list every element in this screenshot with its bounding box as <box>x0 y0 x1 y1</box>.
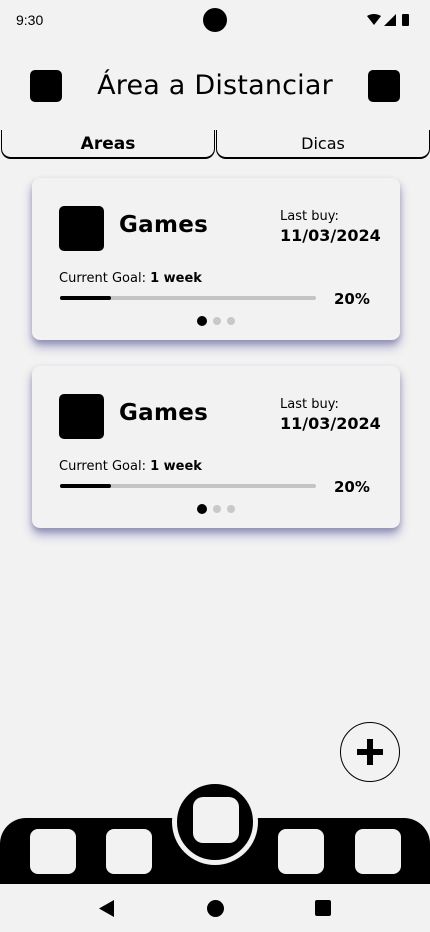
goal-value: 1 week <box>150 459 202 474</box>
system-nav <box>0 884 430 932</box>
current-goal: Current Goal: 1 week <box>59 271 202 286</box>
current-goal: Current Goal: 1 week <box>59 459 202 474</box>
header-right-icon[interactable] <box>368 70 400 102</box>
area-icon <box>59 394 104 439</box>
nav-item-center[interactable] <box>193 797 239 843</box>
goal-label: Current Goal: <box>59 271 146 286</box>
nav-center-ring <box>172 779 258 865</box>
goal-label: Current Goal: <box>59 459 146 474</box>
last-buy-date: 11/03/2024 <box>280 226 381 245</box>
nav-item-5[interactable] <box>355 829 401 874</box>
tab-dicas[interactable]: Dicas <box>216 130 430 159</box>
goal-value: 1 week <box>150 271 202 286</box>
signal-icon <box>384 14 396 26</box>
pager-dot-active[interactable] <box>197 316 207 326</box>
plus-icon <box>357 739 383 765</box>
nav-item-4[interactable] <box>278 829 324 874</box>
pager-dot[interactable] <box>213 317 221 325</box>
add-area-button[interactable] <box>340 722 400 782</box>
nav-item-2[interactable] <box>106 829 152 874</box>
pager-dot-active[interactable] <box>197 504 207 514</box>
card-pager <box>197 316 237 326</box>
camera-cutout <box>203 8 227 32</box>
status-bar: 9:30 <box>0 0 430 40</box>
home-icon[interactable] <box>207 900 224 917</box>
battery-icon <box>402 14 409 26</box>
area-card[interactable]: Games Last buy: 11/03/2024 Current Goal:… <box>32 178 400 340</box>
area-title: Games <box>119 400 209 426</box>
app-screen: 9:30 Área a Distanciar Areas Dicas Games… <box>0 0 430 932</box>
status-time: 9:30 <box>16 12 44 28</box>
pager-dot[interactable] <box>227 505 235 513</box>
progress-percent: 20% <box>334 290 370 308</box>
card-pager <box>197 504 237 514</box>
last-buy-label: Last buy: <box>280 209 339 224</box>
status-icons <box>367 14 409 26</box>
back-icon[interactable] <box>99 900 115 917</box>
last-buy-label: Last buy: <box>280 397 339 412</box>
area-card[interactable]: Games Last buy: 11/03/2024 Current Goal:… <box>32 366 400 528</box>
wifi-icon <box>367 14 381 25</box>
progress-bar <box>60 296 316 300</box>
last-buy-date: 11/03/2024 <box>280 414 381 433</box>
area-icon <box>59 206 104 251</box>
page-title: Área a Distanciar <box>97 70 333 101</box>
progress-percent: 20% <box>334 478 370 496</box>
app-header: Área a Distanciar <box>0 70 430 104</box>
pager-dot[interactable] <box>227 317 235 325</box>
progress-fill <box>60 296 112 300</box>
progress-fill <box>60 484 112 488</box>
progress-bar <box>60 484 316 488</box>
pager-dot[interactable] <box>213 505 221 513</box>
tab-bar: Areas Dicas <box>0 130 430 160</box>
area-title: Games <box>119 212 209 238</box>
nav-item-1[interactable] <box>30 829 76 874</box>
recents-icon[interactable] <box>315 900 331 916</box>
tab-areas[interactable]: Areas <box>1 130 215 159</box>
